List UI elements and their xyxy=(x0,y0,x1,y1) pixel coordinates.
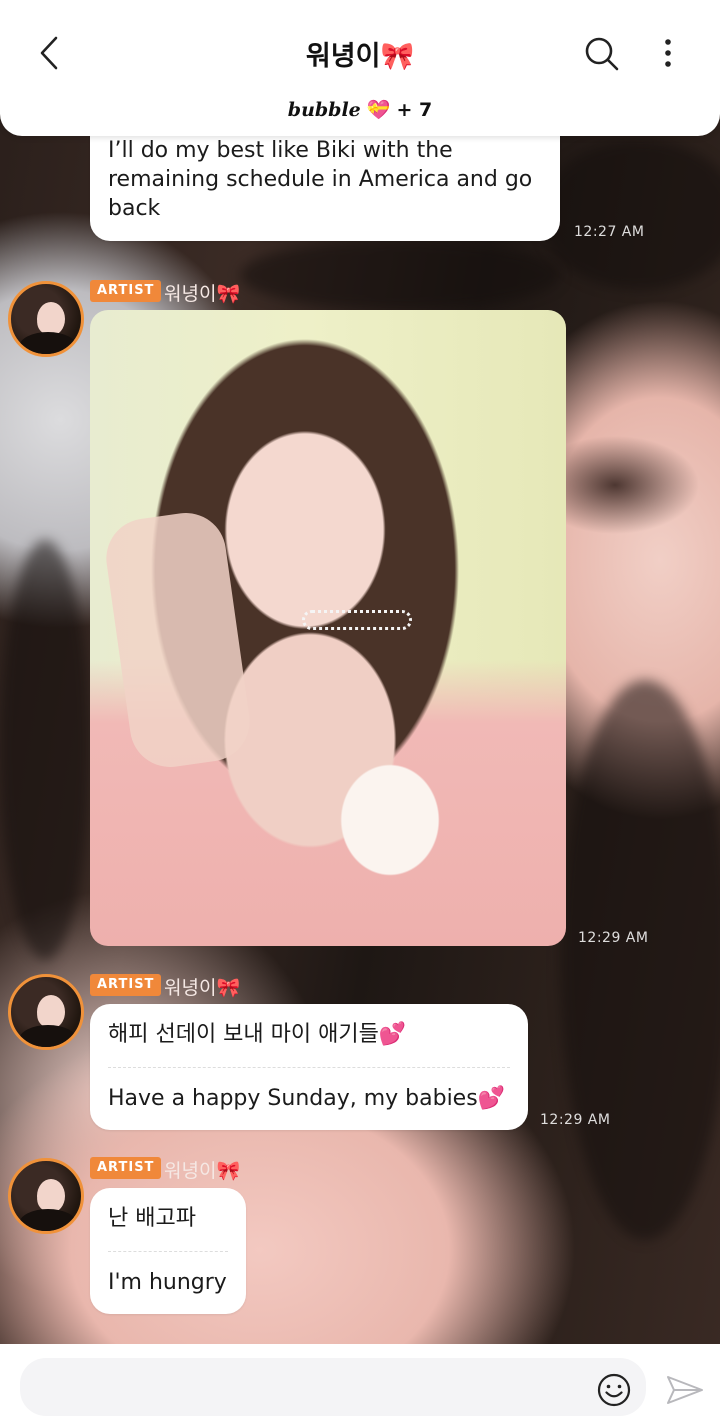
chat-header: 워녕이🎀 bubble 💝 + 7 xyxy=(0,0,720,136)
title-emoji: 🎀 xyxy=(380,41,415,72)
sender-emoji: 🎀 xyxy=(216,283,241,305)
chat-title: 워녕이 xyxy=(305,41,381,72)
smiley-icon xyxy=(597,1373,631,1407)
brand-label: bubble xyxy=(287,99,361,121)
sender-name-text: 워녕이 xyxy=(164,1160,217,1182)
message-korean-text: 난 배고파 xyxy=(108,1206,196,1231)
sender-name: 워녕이🎀 xyxy=(164,973,240,1000)
search-icon xyxy=(585,37,619,71)
sender-emoji: 🎀 xyxy=(216,1160,241,1182)
translation-divider xyxy=(108,1067,510,1068)
message-photo[interactable] xyxy=(90,310,566,946)
artist-badge: ARTIST xyxy=(90,1157,162,1179)
message-bubble[interactable]: 해피 선데이 보내 마이 애기들💕 Have a happy Sunday, m… xyxy=(90,1004,528,1130)
avatar[interactable] xyxy=(8,281,84,357)
message-text-line: back xyxy=(108,196,161,221)
message-translation-text: Have a happy Sunday, my babies💕 xyxy=(108,1086,506,1111)
sender-emoji: 🎀 xyxy=(216,977,241,999)
translation-divider xyxy=(108,1251,228,1252)
search-button[interactable] xyxy=(582,34,622,74)
artist-badge: ARTIST xyxy=(90,974,162,996)
message-text-line: remaining schedule in America and go xyxy=(108,167,533,192)
message-translation-text: I'm hungry xyxy=(108,1270,227,1295)
message-input[interactable] xyxy=(20,1358,646,1416)
message-time: 12:27 AM xyxy=(574,224,645,240)
send-button[interactable] xyxy=(664,1372,706,1408)
message-time: 12:29 AM xyxy=(578,930,649,946)
message-time: 12:29 AM xyxy=(540,1112,611,1128)
more-vertical-icon xyxy=(665,39,671,67)
message-text-line: I’ll do my best like Biki with the xyxy=(108,138,453,163)
avatar[interactable] xyxy=(8,974,84,1050)
subscriber-info: bubble 💝 + 7 xyxy=(0,98,720,121)
emoji-button[interactable] xyxy=(596,1372,632,1408)
sender-name-text: 워녕이 xyxy=(164,977,217,999)
send-icon xyxy=(667,1376,703,1404)
message-korean-text: 해피 선데이 보내 마이 애기들💕 xyxy=(108,1022,407,1047)
artist-badge: ARTIST xyxy=(90,280,162,302)
sender-name: 워녕이🎀 xyxy=(164,279,240,306)
subscriber-count: + 7 xyxy=(396,99,433,121)
sender-name: 워녕이🎀 xyxy=(164,1156,240,1183)
sender-name-text: 워녕이 xyxy=(164,283,217,305)
avatar[interactable] xyxy=(8,1158,84,1234)
more-options-button[interactable] xyxy=(650,32,686,76)
subscriber-heart-icon: 💝 xyxy=(366,99,391,121)
message-bubble[interactable]: 난 배고파 I'm hungry xyxy=(90,1188,246,1314)
